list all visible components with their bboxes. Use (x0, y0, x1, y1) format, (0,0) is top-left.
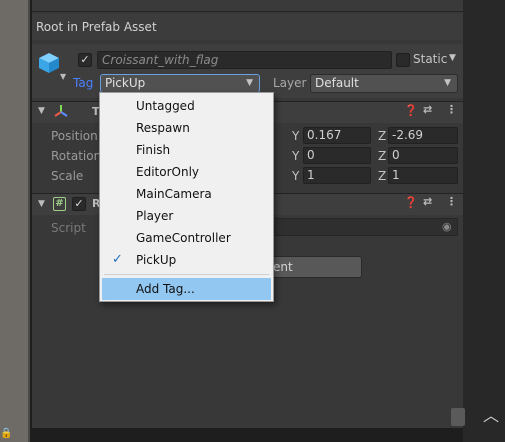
layer-dropdown[interactable]: Default ▼ (310, 74, 458, 93)
menu-item-player[interactable]: Player (102, 205, 271, 227)
menu-item-label: GameController (136, 231, 231, 245)
chevron-up-icon[interactable]: ︿ (483, 402, 499, 426)
static-dropdown-arrow-icon[interactable]: ▼ (449, 53, 456, 63)
menu-item-label: EditorOnly (136, 165, 199, 179)
scale-z-axis: Z (378, 169, 387, 183)
layer-dropdown-value: Default (315, 76, 359, 90)
menu-item-label: MainCamera (136, 187, 212, 201)
tag-dropdown-value: PickUp (105, 76, 146, 90)
active-checkbox[interactable]: ✓ (78, 53, 92, 67)
scene-toolbar-icons[interactable]: 🔒 (0, 428, 32, 442)
position-label: Position (51, 129, 98, 143)
layer-label: Layer (273, 76, 307, 90)
position-z-axis: Z (378, 129, 387, 143)
tag-dropdown-menu: Untagged Respawn Finish EditorOnly MainC… (99, 92, 274, 302)
menu-item-maincamera[interactable]: MainCamera (102, 183, 271, 205)
kebab-menu-icon[interactable]: ⋮ (446, 195, 457, 208)
script-label: Script (51, 221, 86, 235)
menu-separator (104, 274, 269, 275)
presets-icon[interactable]: ⇄ (423, 103, 432, 116)
scale-y-axis: Y (292, 169, 300, 183)
tag-dropdown[interactable]: PickUp ▼ (100, 74, 260, 93)
menu-item-label: Finish (136, 143, 171, 157)
scale-y-field[interactable]: 1 (303, 167, 371, 184)
menu-item-respawn[interactable]: Respawn (102, 117, 271, 139)
script-enabled-checkbox[interactable]: ✓ (72, 197, 86, 211)
menu-item-label: Add Tag... (136, 282, 195, 296)
rotation-z-axis: Z (378, 149, 387, 163)
menu-item-pickup[interactable]: ✓ PickUp (102, 249, 271, 271)
chevron-down-icon: ▼ (444, 78, 451, 88)
scale-label: Scale (51, 169, 84, 183)
script-icon: # (53, 197, 66, 211)
menu-item-finish[interactable]: Finish (102, 139, 271, 161)
foldout-arrow-icon[interactable]: ▼ (38, 199, 45, 209)
position-z-field[interactable]: -2.69 (388, 127, 458, 144)
menu-item-label: PickUp (136, 253, 177, 267)
position-y-field[interactable]: 0.167 (303, 127, 371, 144)
kebab-menu-icon[interactable]: ⋮ (446, 103, 457, 116)
static-label[interactable]: Static (413, 52, 447, 66)
position-y-axis: Y (292, 129, 300, 143)
scroll-tab[interactable] (451, 408, 465, 426)
tag-label: Tag (73, 76, 94, 90)
chevron-down-icon: ▼ (246, 78, 253, 88)
menu-item-add-tag[interactable]: Add Tag... (102, 278, 271, 300)
menu-item-untagged[interactable]: Untagged (102, 95, 271, 117)
right-panel (463, 0, 505, 442)
static-checkbox[interactable] (396, 53, 410, 67)
menu-item-gamecontroller[interactable]: GameController (102, 227, 271, 249)
menu-item-label: Untagged (136, 99, 195, 113)
rotation-y-axis: Y (292, 149, 300, 163)
presets-icon[interactable]: ⇄ (423, 195, 432, 208)
help-icon[interactable]: ❓ (404, 104, 418, 117)
help-icon[interactable]: ❓ (404, 196, 418, 209)
menu-item-label: Respawn (136, 121, 190, 135)
cube-icon[interactable] (38, 52, 60, 74)
object-picker-icon[interactable]: ◉ (442, 220, 452, 233)
object-name-field[interactable]: Croissant_with_flag (97, 51, 392, 69)
scene-view-edge (0, 0, 30, 442)
icon-dropdown-arrow-icon[interactable]: ▼ (60, 72, 66, 81)
foldout-arrow-icon[interactable]: ▼ (38, 106, 45, 116)
checkmark-icon: ✓ (112, 252, 123, 267)
rotation-y-field[interactable]: 0 (303, 147, 371, 164)
menu-item-label: Player (136, 209, 174, 223)
add-component-button[interactable]: ent (268, 256, 362, 278)
menu-item-editoronly[interactable]: EditorOnly (102, 161, 271, 183)
lock-icon[interactable]: 🔒 (0, 428, 12, 439)
prefab-root-header: Root in Prefab Asset (32, 14, 463, 40)
transform-axes-icon (54, 105, 68, 117)
rotation-label: Rotation (51, 149, 102, 163)
scale-z-field[interactable]: 1 (388, 167, 458, 184)
inspector-top-bar (32, 0, 463, 12)
rotation-z-field[interactable]: 0 (388, 147, 458, 164)
